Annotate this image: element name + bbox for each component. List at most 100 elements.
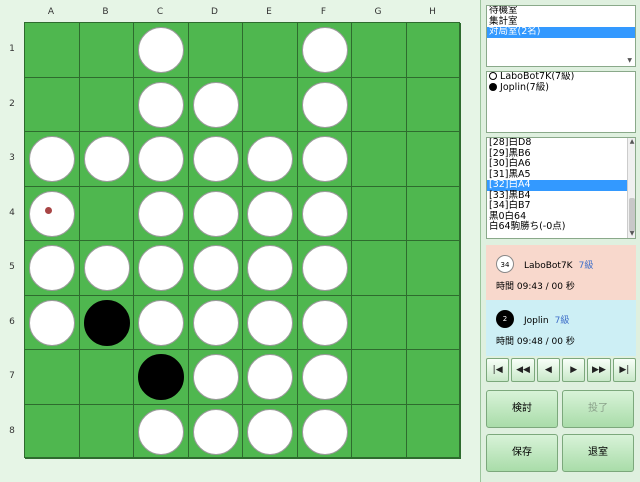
move-item[interactable]: [28]白D8 — [487, 138, 635, 149]
board-cell-f3[interactable] — [297, 132, 352, 187]
player-list-label: LaboBot7K(7級) — [500, 71, 575, 82]
board-cell-d2[interactable] — [188, 77, 243, 132]
board-cell-b1[interactable] — [79, 23, 134, 78]
board-cell-b5[interactable] — [79, 241, 134, 296]
board-cell-h3[interactable] — [406, 132, 461, 187]
scroll-down-icon[interactable]: ▼ — [628, 230, 635, 238]
white-disc — [301, 354, 348, 400]
board-cell-b3[interactable] — [79, 132, 134, 187]
player-list[interactable]: LaboBot7K(7級) Joplin(7級) — [486, 71, 636, 133]
board-cell-c6[interactable] — [134, 295, 189, 350]
board-cell-g1[interactable] — [352, 23, 407, 78]
board-cell-c5[interactable] — [134, 241, 189, 296]
board-cell-h5[interactable] — [406, 241, 461, 296]
game-board[interactable] — [24, 22, 461, 459]
review-button[interactable]: 検討 — [486, 390, 558, 428]
board-cell-g2[interactable] — [352, 77, 407, 132]
board-cell-a5[interactable] — [25, 241, 80, 296]
move-list[interactable]: [28]白D8 [29]黒B6 [30]白A6 [31]黒A5 [32]白A4 … — [486, 137, 636, 239]
board-cell-g6[interactable] — [352, 295, 407, 350]
last-move-button[interactable]: ▶| — [612, 358, 636, 382]
board-cell-d5[interactable] — [188, 241, 243, 296]
black-disc-count: 2 — [496, 310, 514, 328]
board-cell-h4[interactable] — [406, 186, 461, 241]
board-cell-a4[interactable] — [25, 186, 80, 241]
board-cell-g3[interactable] — [352, 132, 407, 187]
board-cell-b6[interactable] — [79, 295, 134, 350]
board-cell-d7[interactable] — [188, 350, 243, 405]
board-cell-g4[interactable] — [352, 186, 407, 241]
board-cell-c3[interactable] — [134, 132, 189, 187]
board-cell-h7[interactable] — [406, 350, 461, 405]
board-cell-e4[interactable] — [243, 186, 298, 241]
board-cell-c8[interactable] — [134, 404, 189, 459]
room-item[interactable]: 待機室 — [487, 6, 635, 17]
leave-room-button[interactable]: 退室 — [562, 434, 634, 472]
board-cell-a8[interactable] — [25, 404, 80, 459]
board-cell-a1[interactable] — [25, 23, 80, 78]
board-cell-h2[interactable] — [406, 77, 461, 132]
fast-back-button[interactable]: ◀◀ — [511, 358, 535, 382]
board-cell-g8[interactable] — [352, 404, 407, 459]
room-list[interactable]: 待機室 集計室 対局室(2名) ▼ — [486, 5, 636, 67]
board-cell-h8[interactable] — [406, 404, 461, 459]
board-cell-d3[interactable] — [188, 132, 243, 187]
board-cell-e7[interactable] — [243, 350, 298, 405]
board-cell-g5[interactable] — [352, 241, 407, 296]
board-cell-c7[interactable] — [134, 350, 189, 405]
board-cell-a2[interactable] — [25, 77, 80, 132]
board-cell-b2[interactable] — [79, 77, 134, 132]
board-cell-b7[interactable] — [79, 350, 134, 405]
board-cell-h6[interactable] — [406, 295, 461, 350]
board-cell-f6[interactable] — [297, 295, 352, 350]
move-navigation: |◀ ◀◀ ◀ ▶ ▶▶ ▶| — [486, 358, 636, 382]
board-cell-f2[interactable] — [297, 77, 352, 132]
resign-button[interactable]: 投了 — [562, 390, 634, 428]
move-item[interactable]: 白64駒勝ち(-0点) — [487, 221, 635, 233]
board-cell-e3[interactable] — [243, 132, 298, 187]
board-cell-d1[interactable] — [188, 23, 243, 78]
board-cell-b4[interactable] — [79, 186, 134, 241]
board-cell-f8[interactable] — [297, 404, 352, 459]
player-list-item[interactable]: Joplin(7級) — [487, 82, 635, 94]
scroll-up-icon[interactable]: ▲ — [628, 138, 635, 146]
white-player-rank: 7級 — [578, 261, 594, 271]
board-cell-c4[interactable] — [134, 186, 189, 241]
next-move-button[interactable]: ▶ — [561, 358, 586, 382]
move-item-selected[interactable]: [32]白A4 — [487, 179, 635, 191]
room-item-selected[interactable]: 対局室(2名) — [487, 26, 635, 38]
black-player-time: 時間 09:48 / 00 秒 — [496, 337, 575, 347]
board-cell-d6[interactable] — [188, 295, 243, 350]
board-cell-c2[interactable] — [134, 77, 189, 132]
board-cell-e2[interactable] — [243, 77, 298, 132]
fast-forward-button[interactable]: ▶▶ — [587, 358, 611, 382]
board-cell-b8[interactable] — [79, 404, 134, 459]
board-cell-a3[interactable] — [25, 132, 80, 187]
row-label: 3 — [9, 153, 15, 163]
move-item[interactable]: [30]白A6 — [487, 158, 635, 170]
move-list-scrollbar[interactable]: ▲ ▼ — [627, 138, 635, 238]
board-cell-a6[interactable] — [25, 295, 80, 350]
board-cell-a7[interactable] — [25, 350, 80, 405]
board-cell-e6[interactable] — [243, 295, 298, 350]
white-disc — [301, 299, 348, 346]
board-cell-g7[interactable] — [352, 350, 407, 405]
move-item[interactable]: [34]白B7 — [487, 200, 635, 212]
prev-move-button[interactable]: ◀ — [536, 358, 560, 382]
board-cell-f4[interactable] — [297, 186, 352, 241]
white-disc — [138, 408, 184, 455]
board-cell-e1[interactable] — [243, 23, 298, 78]
dropdown-arrow-icon[interactable]: ▼ — [627, 57, 632, 64]
board-cell-f1[interactable] — [297, 23, 352, 78]
scroll-thumb[interactable] — [629, 198, 635, 232]
board-cell-h1[interactable] — [406, 23, 461, 78]
board-cell-c1[interactable] — [134, 23, 189, 78]
save-button[interactable]: 保存 — [486, 434, 558, 472]
board-cell-f7[interactable] — [297, 350, 352, 405]
board-cell-d4[interactable] — [188, 186, 243, 241]
board-cell-e8[interactable] — [243, 404, 298, 459]
board-cell-d8[interactable] — [188, 404, 243, 459]
board-cell-f5[interactable] — [297, 241, 352, 296]
board-cell-e5[interactable] — [243, 241, 298, 296]
first-move-button[interactable]: |◀ — [486, 358, 510, 382]
